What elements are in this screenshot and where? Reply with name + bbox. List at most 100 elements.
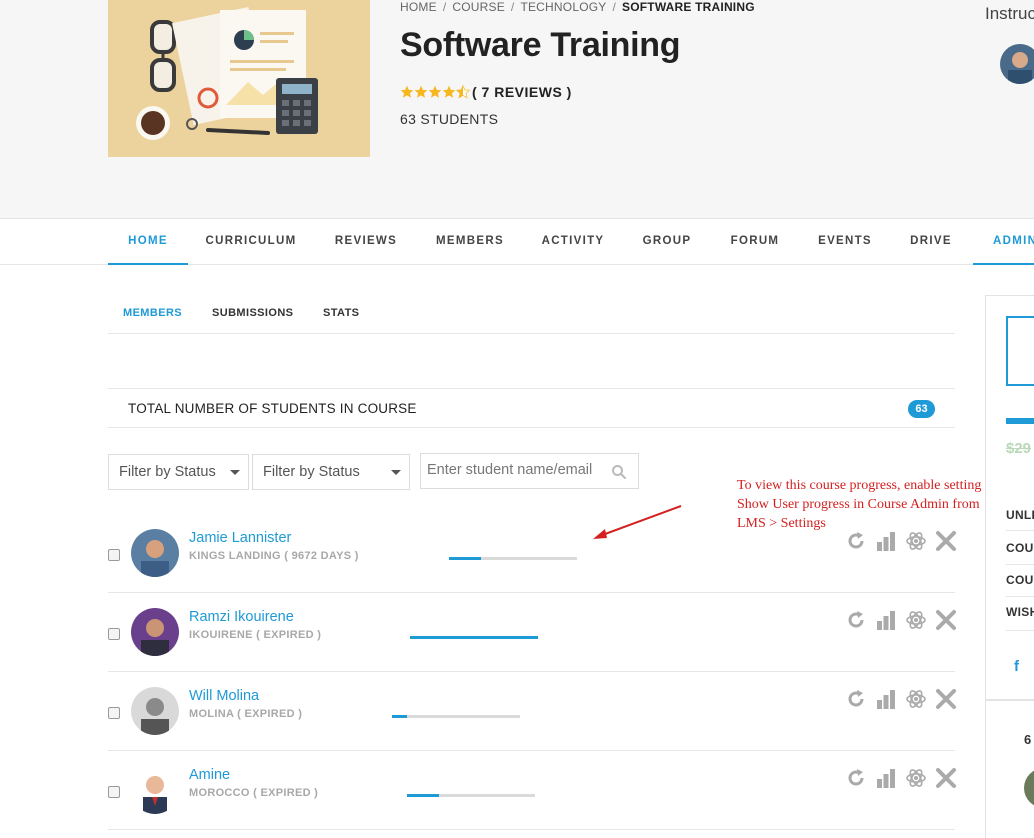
course-title: Software Training	[400, 26, 681, 64]
search-icon[interactable]	[611, 464, 627, 480]
tab-group[interactable]: GROUP	[634, 219, 700, 265]
breadcrumb-separator: /	[442, 0, 447, 14]
status-filter-1[interactable]: Filter by Status	[108, 454, 249, 490]
atom-icon[interactable]	[905, 688, 927, 710]
total-students-label: TOTAL NUMBER OF STUDENTS IN COURSE	[128, 401, 417, 416]
member-name[interactable]: Jamie Lannister	[189, 530, 291, 546]
rating-stars	[400, 85, 470, 99]
progress-fill	[407, 794, 439, 797]
tab-curriculum[interactable]: CURRICULUM	[196, 219, 306, 265]
member-meta: KINGS LANDING ( 9672 DAYS )	[189, 550, 359, 562]
stats-icon[interactable]	[875, 530, 897, 552]
sidebar-item-unlimited: UNLI	[1006, 508, 1034, 522]
remove-icon[interactable]	[935, 688, 957, 710]
atom-icon[interactable]	[905, 609, 927, 631]
avatar[interactable]	[131, 529, 179, 577]
chevron-down-icon	[391, 470, 401, 475]
member-meta: IKOUIRENE ( EXPIRED )	[189, 629, 322, 641]
avatar[interactable]	[131, 687, 179, 735]
star-icon	[442, 85, 456, 98]
reset-icon[interactable]	[845, 609, 867, 631]
half-star-icon	[456, 85, 470, 99]
tab-members[interactable]: MEMBERS	[424, 219, 516, 265]
star-icon	[414, 85, 428, 98]
member-row: Ramzi Ikouirene IKOUIRENE ( EXPIRED )	[108, 593, 956, 672]
reset-icon[interactable]	[845, 688, 867, 710]
breadcrumb-separator: /	[510, 0, 515, 14]
member-meta: MOROCCO ( EXPIRED )	[189, 787, 319, 799]
status-filter-1-value: Filter by Status	[119, 464, 216, 480]
total-students-bar: TOTAL NUMBER OF STUDENTS IN COURSE 63	[108, 388, 955, 428]
member-name[interactable]: Will Molina	[189, 688, 259, 704]
breadcrumb-home[interactable]: HOME	[400, 0, 437, 14]
instructor-label: Instructor	[985, 4, 1034, 23]
course-price: $29	[1006, 440, 1032, 457]
course-rating[interactable]: ( 7 REVIEWS )	[400, 84, 572, 100]
avatar[interactable]	[131, 766, 179, 814]
atom-icon[interactable]	[905, 530, 927, 552]
reviews-count[interactable]: ( 7 REVIEWS )	[472, 84, 572, 100]
progress-bar	[410, 636, 538, 639]
course-sidebar-box	[1006, 316, 1034, 386]
breadcrumb-separator: /	[612, 0, 617, 14]
member-actions	[845, 530, 965, 552]
member-name[interactable]: Amine	[189, 767, 230, 783]
stats-icon[interactable]	[875, 688, 897, 710]
star-icon	[400, 85, 414, 98]
subtab-submissions[interactable]: SUBMISSIONS	[212, 307, 293, 319]
sidebar-divider	[1006, 530, 1034, 531]
sidebar-divider	[1006, 630, 1034, 631]
member-meta: MOLINA ( EXPIRED )	[189, 708, 303, 720]
course-main-nav: HOME CURRICULUM REVIEWS MEMBERS ACTIVITY…	[0, 219, 1034, 265]
course-sidebar-widget-2	[985, 700, 1034, 838]
tab-forum[interactable]: FORUM	[720, 219, 790, 265]
chevron-down-icon	[230, 470, 240, 475]
facebook-icon[interactable]: f	[1014, 658, 1019, 675]
member-row: Jamie Lannister KINGS LANDING ( 9672 DAY…	[108, 514, 956, 593]
member-checkbox[interactable]	[108, 628, 120, 640]
stats-icon[interactable]	[875, 767, 897, 789]
tab-activity[interactable]: ACTIVITY	[528, 219, 618, 265]
reset-icon[interactable]	[845, 767, 867, 789]
sidebar-divider	[1006, 596, 1034, 597]
tab-home[interactable]: HOME	[108, 219, 188, 265]
progress-bar	[392, 715, 520, 718]
member-checkbox[interactable]	[108, 707, 120, 719]
remove-icon[interactable]	[935, 767, 957, 789]
subtab-members[interactable]: MEMBERS	[123, 307, 182, 319]
course-thumbnail[interactable]	[108, 0, 370, 157]
status-filter-2[interactable]: Filter by Status	[252, 454, 410, 490]
tab-drive[interactable]: DRIVE	[900, 219, 962, 265]
instructor-avatar[interactable]	[1000, 44, 1034, 84]
breadcrumb-technology[interactable]: TECHNOLOGY	[520, 0, 606, 14]
breadcrumb-current: SOFTWARE TRAINING	[622, 0, 755, 14]
breadcrumb-course[interactable]: COURSE	[452, 0, 505, 14]
reset-icon[interactable]	[845, 530, 867, 552]
member-checkbox[interactable]	[108, 549, 120, 561]
progress-bar	[407, 794, 535, 797]
member-checkbox[interactable]	[108, 786, 120, 798]
course-sidebar-progress	[1006, 418, 1034, 424]
sidebar-divider	[1006, 564, 1034, 565]
tab-admin[interactable]: ADMIN	[973, 219, 1034, 265]
remove-icon[interactable]	[935, 609, 957, 631]
progress-bar	[449, 557, 577, 560]
avatar[interactable]	[131, 608, 179, 656]
total-students-badge: 63	[908, 400, 935, 418]
progress-fill	[449, 557, 481, 560]
student-search-input[interactable]	[427, 462, 597, 478]
tab-events[interactable]: EVENTS	[810, 219, 880, 265]
member-actions	[845, 609, 965, 631]
member-name[interactable]: Ramzi Ikouirene	[189, 609, 294, 625]
sidebar-item-wishlist[interactable]: WISH	[1006, 605, 1034, 619]
member-actions	[845, 688, 965, 710]
remove-icon[interactable]	[935, 530, 957, 552]
status-filter-2-value: Filter by Status	[263, 464, 360, 480]
atom-icon[interactable]	[905, 767, 927, 789]
progress-fill	[392, 715, 408, 718]
sidebar-item-course-1: COU	[1006, 541, 1034, 555]
stats-icon[interactable]	[875, 609, 897, 631]
member-row: Amine MOROCCO ( EXPIRED )	[108, 751, 957, 830]
tab-reviews[interactable]: REVIEWS	[320, 219, 412, 265]
subtab-stats[interactable]: STATS	[323, 307, 359, 319]
